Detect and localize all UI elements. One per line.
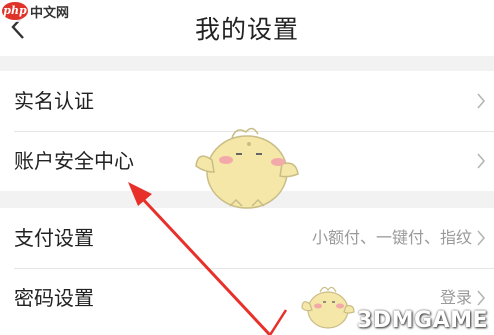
mascot-small-chick-icon — [301, 286, 355, 329]
watermark-php-logo: php 中文网 — [0, 0, 76, 22]
row-value: 小额付、一键付、指纹 — [311, 228, 472, 247]
row-label: 账户安全中心 — [14, 149, 134, 173]
watermark-brand-text: 3DMGAME — [357, 308, 488, 333]
row-label: 实名认证 — [14, 89, 94, 113]
watermark-3dmgame: 3DMGAME — [357, 308, 488, 333]
chevron-right-icon — [477, 93, 486, 109]
chevron-right-icon — [477, 230, 486, 246]
row-label: 密码设置 — [14, 286, 94, 310]
chevron-right-icon — [477, 153, 486, 169]
php-logo-text: php — [2, 2, 28, 20]
mascot-chick-icon — [195, 127, 299, 209]
watermark-site-text: 中文网 — [30, 5, 70, 21]
row-label: 支付设置 — [14, 226, 94, 250]
settings-row-payment[interactable]: 支付设置 小额付、一键付、指纹 — [0, 208, 494, 268]
chevron-right-icon — [477, 290, 486, 306]
